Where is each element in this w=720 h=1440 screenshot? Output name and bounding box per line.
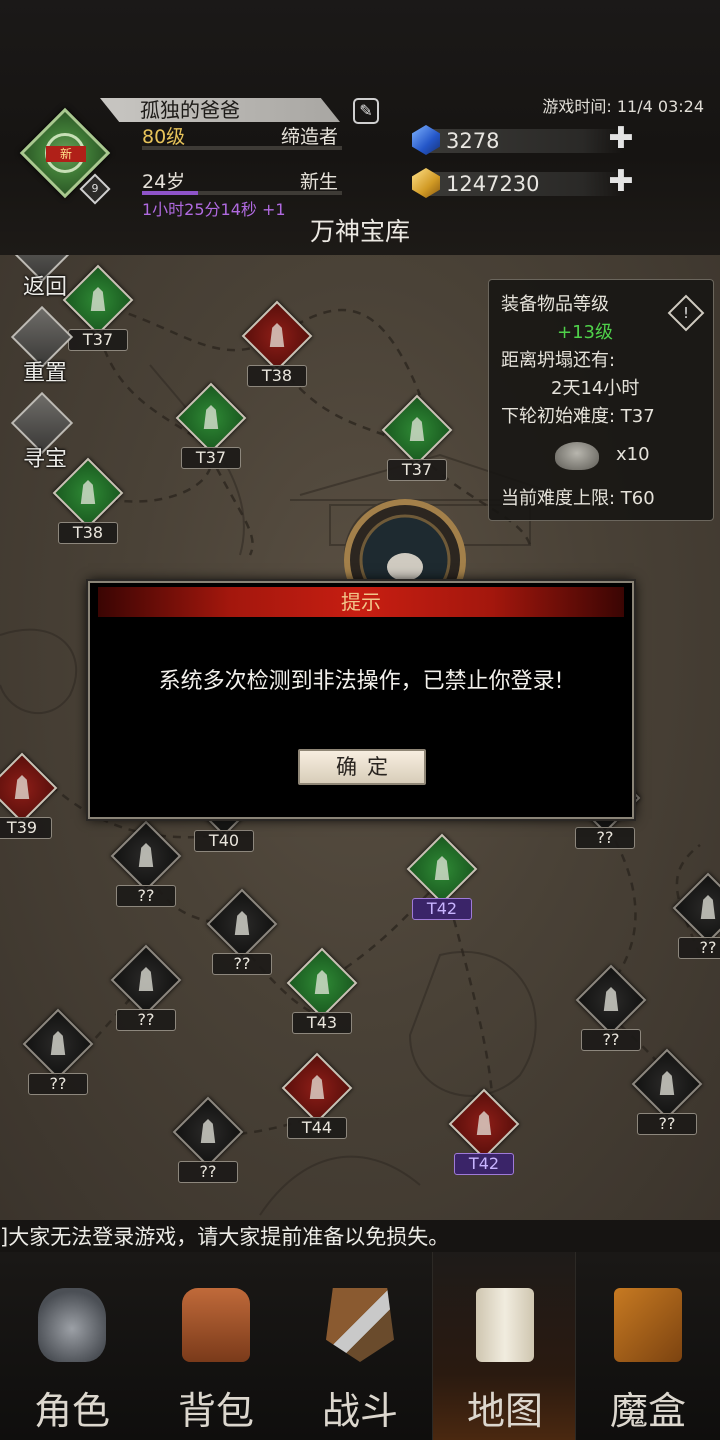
map-node[interactable]: ?? — [672, 872, 720, 959]
map-node[interactable]: ?? — [575, 964, 647, 1051]
new-badge: 新 — [46, 146, 86, 162]
treasure-hunt-label: 寻宝 — [22, 447, 67, 472]
map-node[interactable]: ?? — [22, 1008, 94, 1095]
age-row: 24岁 新生 — [142, 165, 342, 195]
tab-label: 角色 — [33, 1389, 110, 1433]
reset-button-label: 重置 — [22, 361, 67, 386]
scroll-map-icon — [476, 1288, 534, 1362]
dialog-message: 系统多次检测到非法操作，已禁止你登录! — [158, 669, 564, 694]
age-progress-bar — [142, 191, 342, 195]
diamond-counter: 3278 ✚ — [412, 124, 634, 155]
back-button[interactable]: 返回 — [8, 255, 78, 307]
node-label: T37 — [387, 459, 447, 481]
reset-button[interactable]: 重置 — [8, 305, 78, 393]
next-difficulty: 下轮初始难度: T37 — [501, 406, 655, 427]
edit-name-button[interactable]: ✎ — [353, 98, 379, 124]
sword-shield-icon — [326, 1288, 394, 1362]
treasure-hunt-button[interactable]: 寻宝 — [8, 391, 78, 479]
announcement-ticker: ]大家无法登录游戏，请大家提前准备以免损失。 — [0, 1220, 720, 1252]
dialog-title: 提示 — [341, 590, 381, 614]
node-label: ?? — [581, 1029, 641, 1051]
tab-map[interactable]: 地图 — [432, 1252, 576, 1440]
gold-value: 1247230 — [446, 172, 540, 196]
map-node[interactable]: T39 — [0, 752, 58, 839]
map-node[interactable]: T44 — [281, 1052, 353, 1139]
collapse-label: 距离坍塌还有: — [501, 350, 616, 371]
dialog-titlebar: 提示 — [98, 587, 624, 617]
player-age: 24岁 — [142, 171, 186, 193]
confirm-button[interactable]: 确定 — [298, 749, 426, 785]
tab-battle[interactable]: 战斗 — [288, 1252, 432, 1440]
player-name: 孤独的爸爸 — [140, 98, 240, 122]
tab-label: 战斗 — [321, 1389, 398, 1433]
map-node[interactable]: ?? — [631, 1048, 703, 1135]
diamond-value: 3278 — [446, 129, 500, 153]
avatar-level-text: 9 — [91, 182, 99, 195]
player-level: 80级 — [142, 126, 186, 148]
back-button-label: 返回 — [22, 275, 67, 300]
tab-character[interactable]: 角色 — [0, 1252, 144, 1440]
magic-box-icon — [614, 1288, 682, 1362]
node-label: ?? — [116, 1009, 176, 1031]
node-label: T39 — [0, 817, 52, 839]
equip-level-value: +13级 — [557, 322, 613, 343]
node-label: T38 — [247, 365, 307, 387]
map-node[interactable]: ?? — [172, 1096, 244, 1183]
node-label: T42 — [412, 898, 472, 920]
bottom-nav: 角色 背包 战斗 地图 魔盒 — [0, 1252, 720, 1440]
node-label: ?? — [575, 827, 635, 849]
tab-label: 地图 — [466, 1389, 543, 1433]
node-label: ?? — [178, 1161, 238, 1183]
add-gold-button[interactable]: ✚ — [608, 167, 634, 197]
node-label: T38 — [58, 522, 118, 544]
node-label: T40 — [194, 830, 254, 852]
tab-label: 魔盒 — [609, 1389, 686, 1433]
map-node[interactable]: T43 — [286, 947, 358, 1034]
altar-icon — [555, 442, 599, 470]
node-label: T43 — [292, 1012, 352, 1034]
map-node[interactable]: T42 — [448, 1088, 520, 1175]
max-difficulty: 当前难度上限: T60 — [501, 488, 655, 509]
level-row: 80级 缔造者 — [142, 120, 342, 150]
age-stage: 新生 — [299, 171, 338, 193]
player-avatar[interactable]: 新 9 — [19, 107, 111, 205]
map-node[interactable]: ?? — [206, 888, 278, 975]
tab-label: 背包 — [177, 1389, 254, 1433]
player-name-bar: 孤独的爸爸 — [100, 98, 340, 122]
map-node[interactable]: T38 — [241, 300, 313, 387]
collapse-countdown: 2天14小时 — [551, 378, 640, 399]
add-diamond-button[interactable]: ✚ — [608, 124, 634, 154]
tab-magic-box[interactable]: 魔盒 — [576, 1252, 720, 1440]
helmet-icon — [38, 1288, 106, 1362]
map-node[interactable]: T37 — [381, 394, 453, 481]
pencil-icon: ✎ — [359, 101, 373, 120]
page-title: 万神宝库 — [309, 217, 410, 246]
node-label: ?? — [116, 885, 176, 907]
map-node[interactable]: ?? — [110, 820, 182, 907]
map-node[interactable]: T42 — [406, 833, 478, 920]
map-node[interactable]: T37 — [175, 382, 247, 469]
node-label: T42 — [454, 1153, 514, 1175]
player-title: 缔造者 — [280, 126, 338, 148]
ticker-text: ]大家无法登录游戏，请大家提前准备以免损失。 — [0, 1225, 450, 1249]
map-node[interactable]: ?? — [110, 944, 182, 1031]
equip-level-label: 装备物品等级 — [501, 294, 609, 315]
node-label: T44 — [287, 1117, 347, 1139]
node-label: T37 — [181, 447, 241, 469]
warning-icon[interactable]: ! — [667, 294, 705, 332]
altar-count: x10 — [616, 444, 650, 465]
game-time: 游戏时间: 11/4 03:24 — [542, 97, 704, 116]
ban-dialog: 提示 系统多次检测到非法操作，已禁止你登录! 确定 — [88, 581, 634, 819]
node-label: ?? — [678, 937, 720, 959]
level-progress-bar — [142, 146, 342, 150]
tab-backpack[interactable]: 背包 — [144, 1252, 288, 1440]
node-label: ?? — [212, 953, 272, 975]
node-label: ?? — [637, 1113, 697, 1135]
vault-info-panel: 装备物品等级 +13级 距离坍塌还有: 2天14小时 下轮初始难度: T37 x… — [488, 279, 714, 521]
node-label: ?? — [28, 1073, 88, 1095]
backpack-icon — [182, 1288, 250, 1362]
gold-counter: 1247230 ✚ — [412, 167, 634, 198]
player-header: 新 9 孤独的爸爸 ✎ 80级 缔造者 24岁 新生 1小时25分14秒 +1 … — [0, 0, 720, 255]
